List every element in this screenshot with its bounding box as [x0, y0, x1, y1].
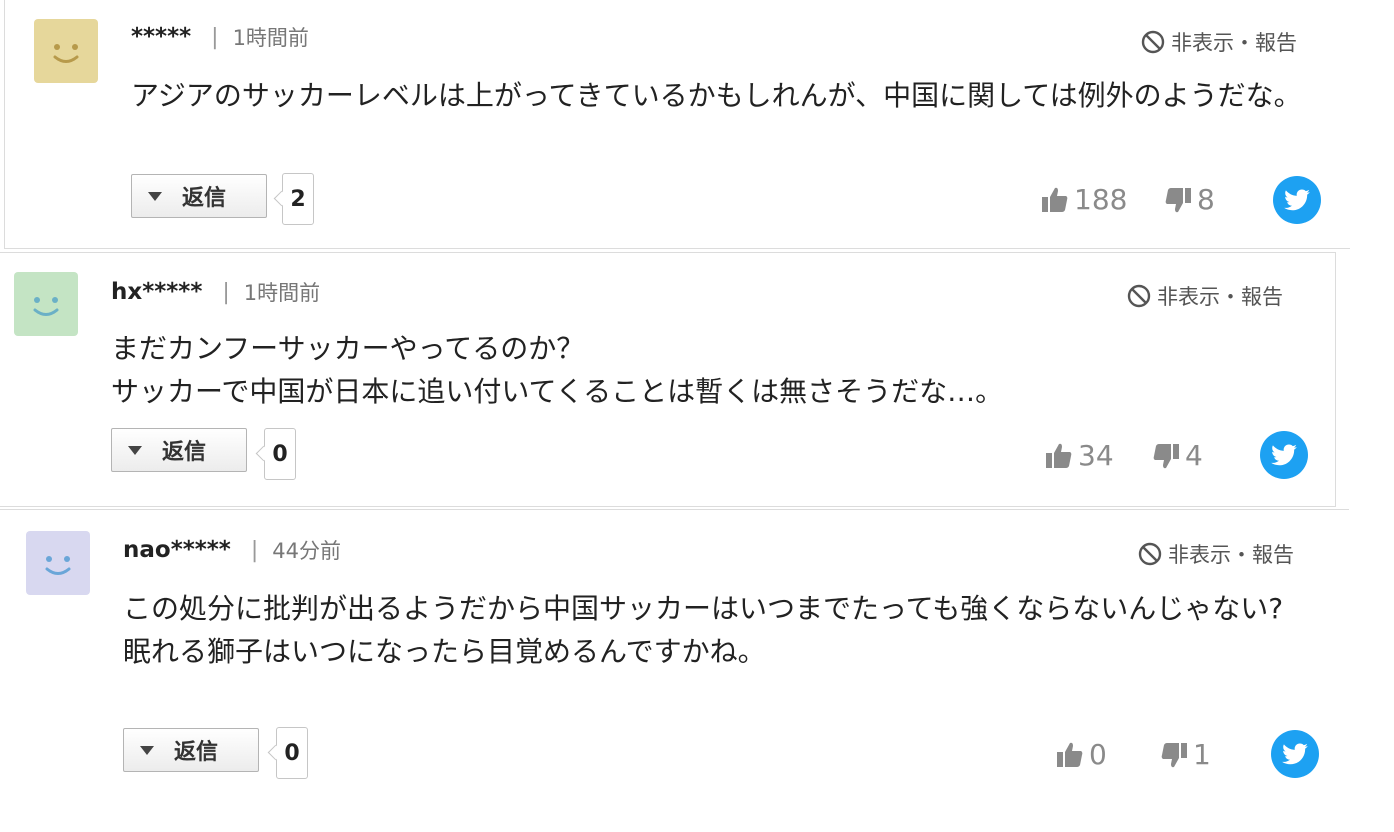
hide-report-label: 非表示・報告: [1157, 285, 1283, 309]
twitter-icon: [1284, 189, 1310, 211]
reply-count: 0: [276, 727, 308, 779]
like-count: 188: [1074, 183, 1128, 216]
triangle-down-icon: [128, 445, 142, 455]
hide-report-link[interactable]: 非表示・報告: [1127, 281, 1283, 311]
triangle-down-icon: [148, 191, 162, 201]
timestamp: 44分前: [272, 539, 341, 563]
reply-label: 返信: [162, 440, 207, 465]
reply-label: 返信: [174, 740, 219, 765]
no-entry-icon: [1138, 542, 1162, 566]
comment-text: この処分に批判が出るようだから中国サッカーはいつまでたっても強くならないんじゃな…: [123, 592, 1284, 668]
reply-button[interactable]: 返信: [111, 428, 247, 472]
meta-separator: |: [250, 537, 259, 563]
triangle-down-icon: [140, 745, 154, 755]
thumbs-down-icon: [1161, 742, 1187, 767]
username[interactable]: nao*****: [123, 537, 231, 563]
hide-report-link[interactable]: 非表示・報告: [1138, 539, 1294, 569]
hide-report-link[interactable]: 非表示・報告: [1141, 27, 1297, 57]
dislike-count: 4: [1185, 439, 1203, 472]
comment-meta: ***** | 1時間前: [131, 22, 309, 52]
dislike-button[interactable]: 8: [1163, 183, 1215, 216]
like-count: 0: [1089, 738, 1107, 771]
dislike-count: 1: [1193, 738, 1211, 771]
timestamp: 1時間前: [243, 281, 321, 305]
comment-text: まだカンフーサッカーやってるのか？ サッカーで中国が日本に追い付いてくることは暫…: [111, 332, 1004, 408]
comment-text: アジアのサッカーレベルは上がってきているかもしれんが、中国に関しては例外のようだ…: [131, 79, 1302, 112]
like-button[interactable]: 34: [1044, 439, 1114, 472]
thumbs-down-icon: [1153, 443, 1179, 468]
dislike-count: 8: [1197, 183, 1215, 216]
twitter-share-button[interactable]: [1260, 431, 1308, 479]
timestamp: 1時間前: [232, 26, 309, 50]
thumbs-up-icon: [1046, 443, 1072, 468]
twitter-share-button[interactable]: [1273, 176, 1321, 224]
like-button[interactable]: 188: [1040, 183, 1127, 216]
reply-label: 返信: [182, 186, 227, 211]
twitter-icon: [1271, 444, 1297, 466]
like-count: 34: [1078, 439, 1114, 472]
dislike-button[interactable]: 4: [1151, 439, 1203, 472]
user-avatar: [14, 272, 78, 336]
hide-report-label: 非表示・報告: [1168, 543, 1294, 567]
comment-item: nao***** | 44分前 非表示・報告 この処分に批判が出るようだから中国…: [0, 509, 1394, 832]
meta-separator: |: [222, 279, 230, 305]
twitter-share-button[interactable]: [1271, 730, 1319, 778]
comment-item: ***** | 1時間前 非表示・報告 アジアのサッカーレベルは上がってきている…: [0, 0, 1394, 249]
username[interactable]: hx*****: [111, 279, 202, 305]
like-button[interactable]: 0: [1055, 738, 1107, 771]
reply-button[interactable]: 返信: [123, 728, 259, 772]
meta-separator: |: [211, 24, 219, 50]
comment-item: hx***** | 1時間前 非表示・報告 まだカンフーサッカーやってるのか？ …: [0, 252, 1394, 507]
twitter-icon: [1282, 743, 1308, 765]
reply-count: 2: [282, 173, 314, 225]
dislike-button[interactable]: 1: [1159, 738, 1211, 771]
user-avatar: [34, 19, 98, 83]
thumbs-up-icon: [1057, 742, 1083, 767]
no-entry-icon: [1127, 284, 1151, 308]
reply-count: 0: [264, 428, 296, 480]
username[interactable]: *****: [131, 24, 191, 50]
reply-button[interactable]: 返信: [131, 174, 267, 218]
user-avatar: [26, 531, 90, 595]
thumbs-up-icon: [1042, 187, 1068, 212]
thumbs-down-icon: [1165, 187, 1191, 212]
comment-border: [0, 509, 1349, 510]
comment-meta: hx***** | 1時間前: [111, 277, 320, 307]
no-entry-icon: [1141, 30, 1165, 54]
hide-report-label: 非表示・報告: [1171, 31, 1297, 55]
comment-meta: nao***** | 44分前: [123, 535, 341, 565]
